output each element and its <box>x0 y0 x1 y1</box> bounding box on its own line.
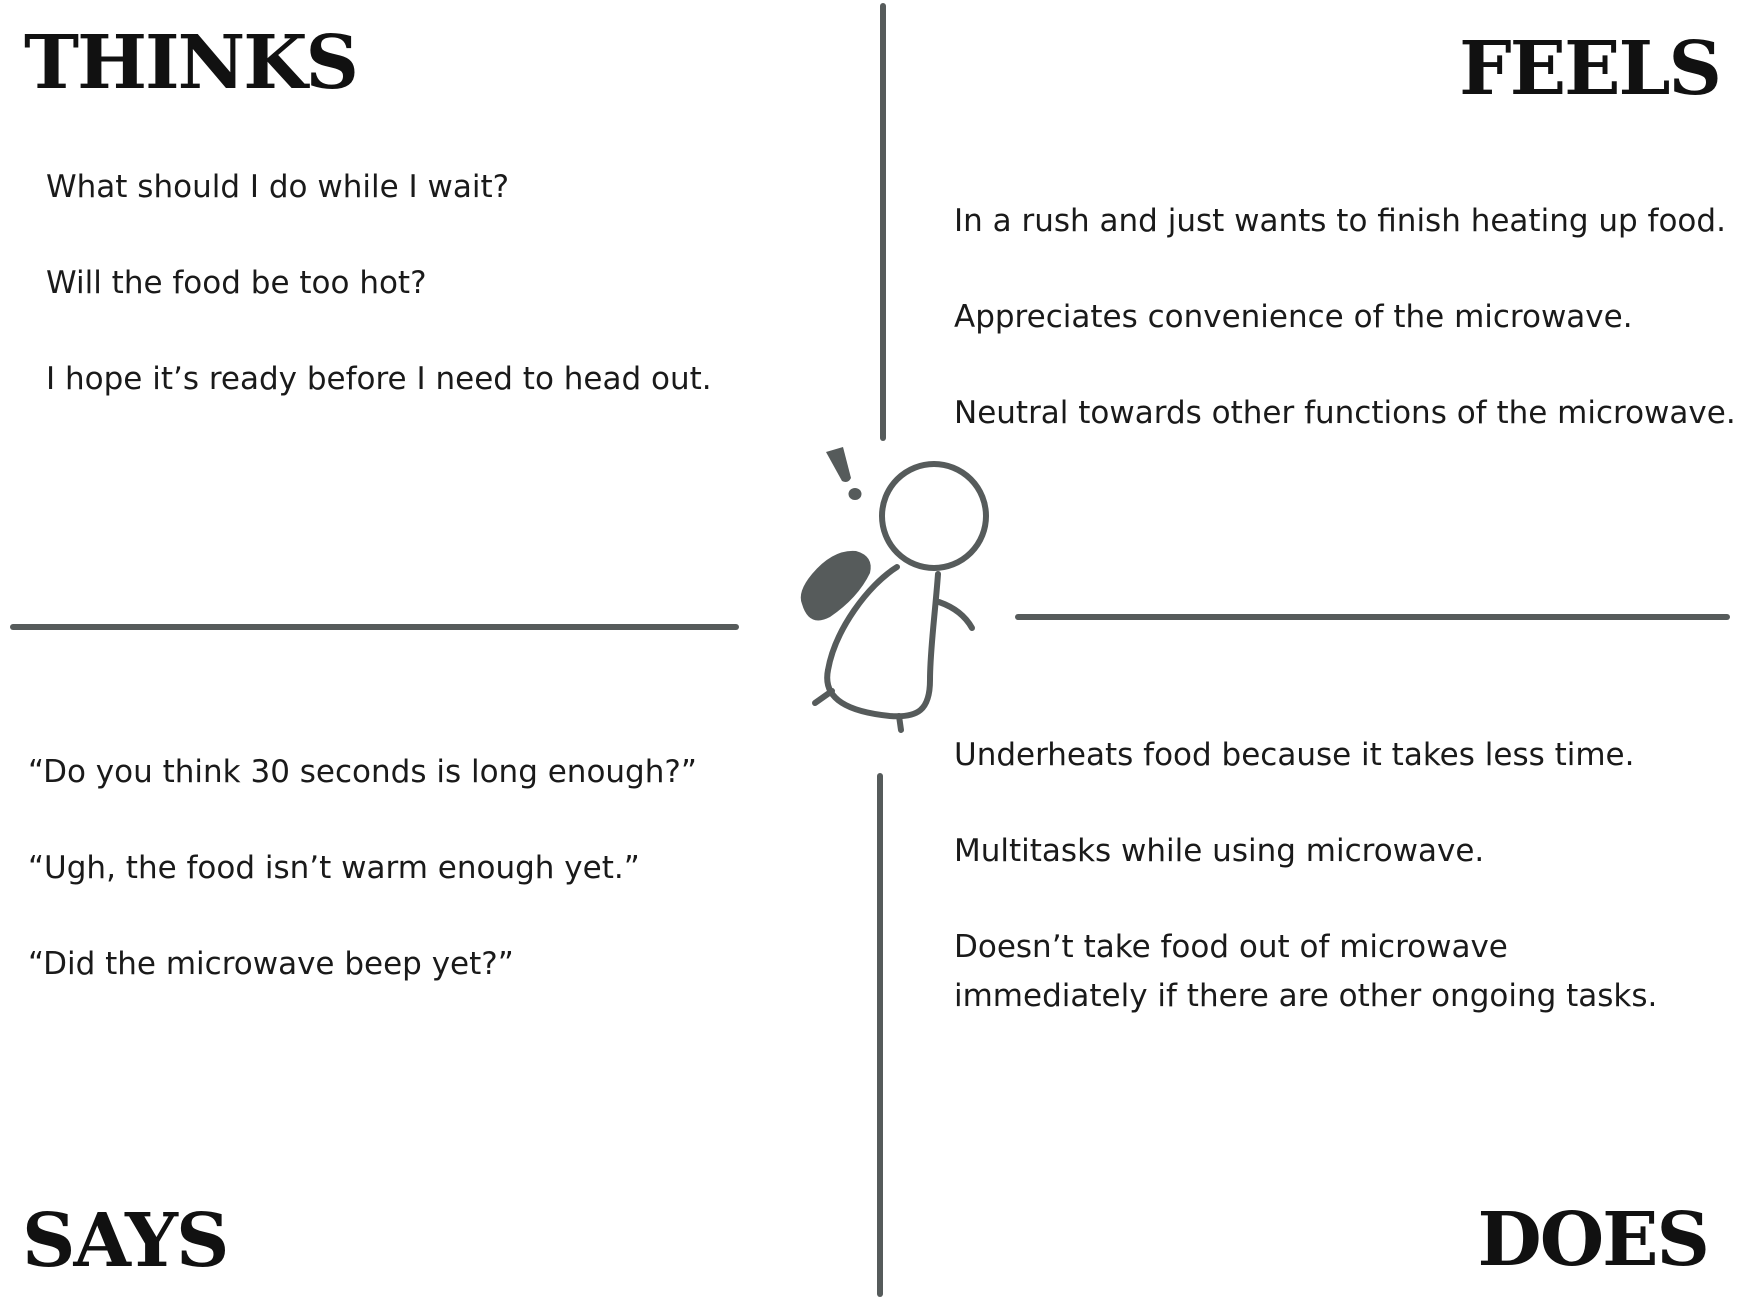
head-shape <box>879 461 989 571</box>
does-item: Multitasks while using microwave. <box>954 833 1485 869</box>
thinks-item: I hope it’s ready before I need to head … <box>46 361 712 397</box>
does-item: Underheats food because it takes less ti… <box>954 737 1635 773</box>
does-item: Doesn’t take food out of microwave immed… <box>954 929 1658 1014</box>
feels-item: In a rush and just wants to finish heati… <box>954 203 1726 239</box>
says-item: “Do you think 30 seconds is long enough?… <box>28 754 697 790</box>
foot-left-shape <box>812 688 835 706</box>
says-heading: SAYS <box>22 1198 229 1284</box>
bag-shape <box>800 550 871 621</box>
does-list: Underheats food because it takes less ti… <box>954 731 1744 1021</box>
arm-shape <box>936 599 975 631</box>
feels-list: In a rush and just wants to finish heati… <box>954 197 1744 438</box>
does-heading: DOES <box>1477 1197 1710 1283</box>
feels-item: Appreciates convenience of the microwave… <box>954 299 1633 335</box>
exclamation-icon <box>826 447 851 482</box>
says-item: “Did the microwave beep yet?” <box>28 946 514 982</box>
thinks-list: What should I do while I wait? Will the … <box>46 163 746 404</box>
thinks-heading: THINKS <box>24 20 359 106</box>
feels-heading: FEELS <box>1459 26 1722 112</box>
person-with-exclamation-icon <box>800 447 989 733</box>
foot-right-shape <box>896 713 904 733</box>
feels-item: Neutral towards other functions of the m… <box>954 395 1736 431</box>
thinks-item: What should I do while I wait? <box>46 169 510 205</box>
says-list: “Do you think 30 seconds is long enough?… <box>28 748 748 989</box>
thinks-item: Will the food be too hot? <box>46 265 427 301</box>
says-item: “Ugh, the food isn’t warm enough yet.” <box>28 850 640 886</box>
